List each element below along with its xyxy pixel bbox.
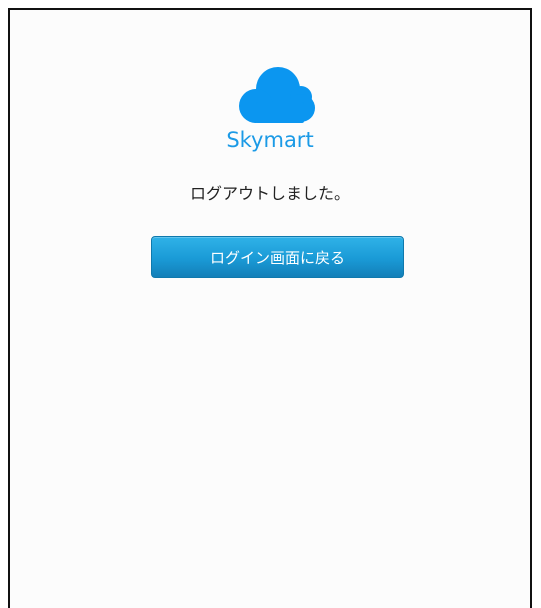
page-frame: Skymart ログアウトしました。 ログイン画面に戻る [8,8,532,608]
logout-message: ログアウトしました。 [189,184,350,203]
back-to-login-button[interactable]: ログイン画面に戻る [151,236,404,278]
brand-name: Skymart [226,128,314,152]
cloud-icon [239,67,315,123]
